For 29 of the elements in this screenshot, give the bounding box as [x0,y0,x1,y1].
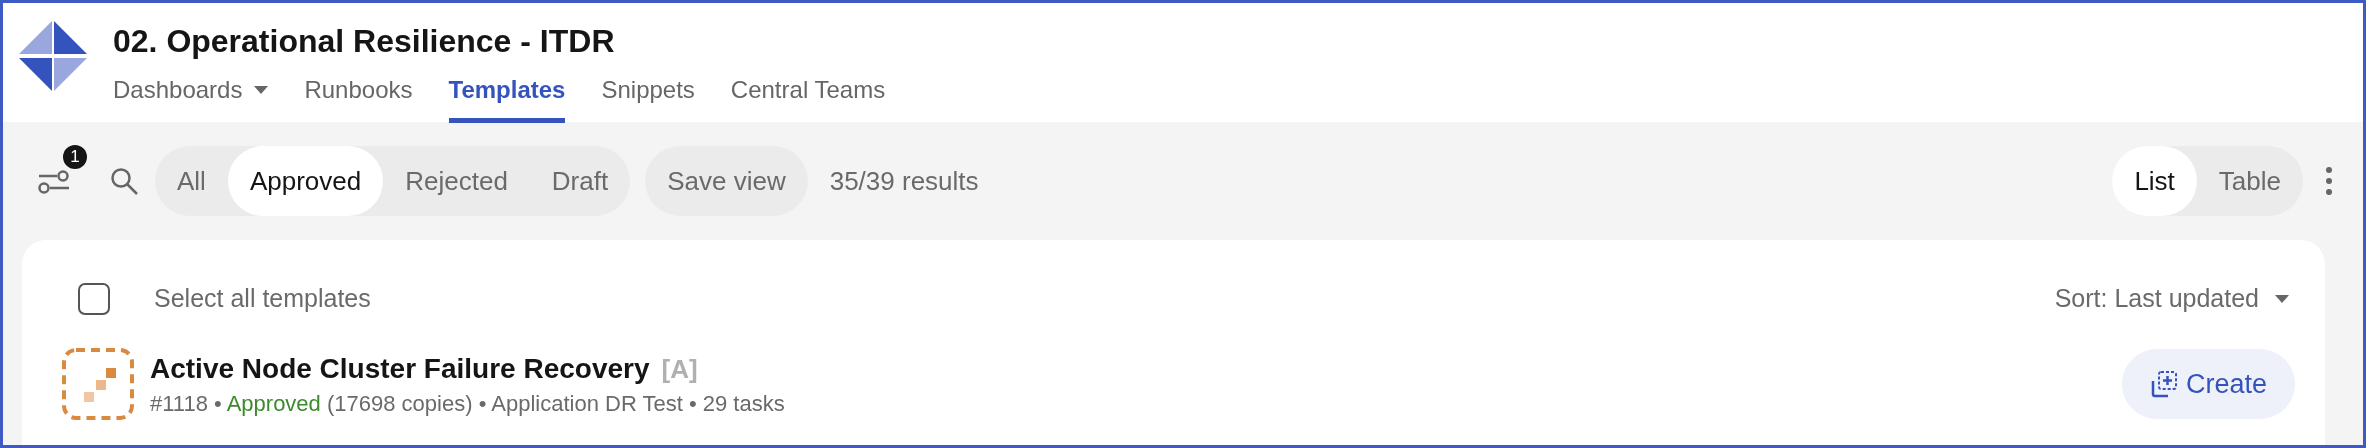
sort-dropdown[interactable]: Sort: Last updated [2054,280,2289,318]
project-title: 02. Operational Resilience - ITDR [113,22,616,61]
more-options-icon[interactable] [2325,166,2333,196]
template-title[interactable]: Active Node Cluster Failure Recovery [150,352,650,386]
template-meta: #1118 • Approved (17698 copies) • Application DR Test • 29 tasks [150,389,785,418]
select-all-checkbox[interactable] [78,283,110,315]
view-mode-tab[interactable]: List [2112,146,2197,216]
template-tag: [A] [661,349,698,389]
status-filter[interactable]: Draft [529,146,631,216]
select-all-label: Select all templates [154,283,371,315]
status-filter[interactable]: All [155,146,228,216]
caret-icon [254,86,269,94]
status-filter[interactable]: Rejected [383,146,530,216]
view-mode-tab[interactable]: Table [2196,146,2303,216]
template-icon [62,348,134,420]
nav-tab[interactable]: Central Teams [730,70,886,123]
save-view-button[interactable]: Save view [645,146,808,216]
nav-tab[interactable]: Dashboards [113,70,269,123]
results-count: 35/39 results [829,164,979,198]
nav-tab[interactable]: Templates [448,70,566,123]
duplicate-plus-icon [2149,370,2178,398]
create-button[interactable]: Create [2121,349,2295,419]
nav-tab[interactable]: Snippets [601,70,695,123]
search-icon[interactable] [109,166,139,196]
filter-sliders-icon[interactable] [37,167,71,195]
caret-icon [2275,295,2289,303]
status-filter[interactable]: Approved [227,146,384,216]
filter-count-badge: 1 [63,145,87,169]
nav-tab[interactable]: Runbooks [304,70,413,123]
